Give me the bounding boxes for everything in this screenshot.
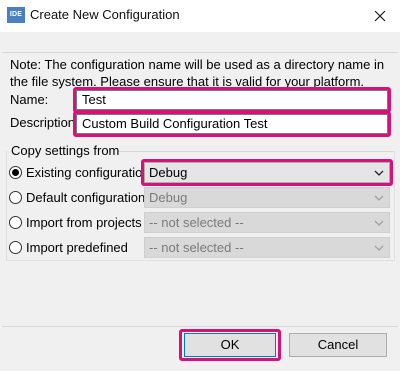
chevron-down-icon <box>373 213 385 232</box>
close-icon <box>374 10 386 22</box>
description-label: Description: <box>10 115 79 130</box>
import-from-projects-label[interactable]: Import from projects <box>26 215 142 230</box>
default-configuration-value: Debug <box>149 190 188 205</box>
default-configuration-select: Debug <box>144 187 390 208</box>
import-from-projects-value: -- not selected -- <box>149 215 244 230</box>
import-predefined-label[interactable]: Import predefined <box>26 240 128 255</box>
default-configuration-label[interactable]: Default configuration <box>26 190 145 205</box>
import-from-projects-select: -- not selected -- <box>144 212 390 233</box>
import-predefined-radio[interactable] <box>9 241 22 254</box>
import-from-projects-radio[interactable] <box>9 216 22 229</box>
ok-button-highlight <box>179 329 281 361</box>
group-divider <box>118 151 394 152</box>
chevron-down-icon <box>373 188 385 207</box>
name-input-highlight <box>73 87 391 113</box>
ide-app-icon: IDE <box>7 7 25 23</box>
window-title: Create New Configuration <box>30 7 180 22</box>
name-label: Name: <box>10 92 49 107</box>
note-text: Note: The configuration name will be use… <box>10 57 385 89</box>
existing-configuration-highlight <box>141 159 393 186</box>
import-predefined-value: -- not selected -- <box>149 240 244 255</box>
existing-configuration-label[interactable]: Existing configuration <box>26 165 150 180</box>
close-button[interactable] <box>360 0 400 32</box>
title-bar: IDE Create New Configuration <box>0 0 400 32</box>
default-configuration-radio[interactable] <box>9 191 22 204</box>
import-predefined-select: -- not selected -- <box>144 237 390 258</box>
description-input-highlight <box>73 111 391 137</box>
chevron-down-icon <box>373 238 385 257</box>
existing-configuration-radio[interactable] <box>9 166 22 179</box>
cancel-button[interactable]: Cancel <box>289 333 387 357</box>
copy-settings-title: Copy settings from <box>11 143 120 158</box>
